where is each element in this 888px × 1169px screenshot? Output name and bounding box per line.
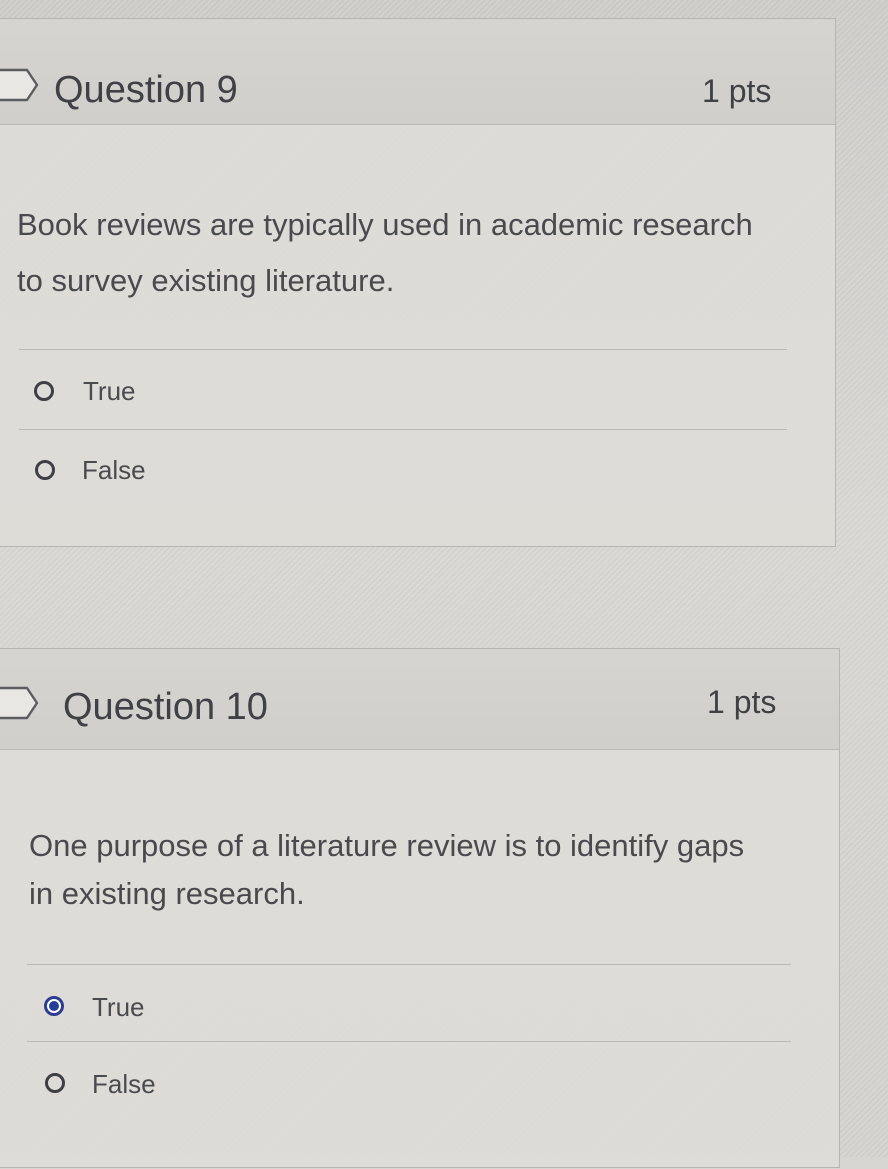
question-title: Question 10 [63, 686, 268, 728]
question-card-9: Question 9 1 pts Book reviews are typica… [0, 18, 836, 547]
radio-icon[interactable] [44, 996, 64, 1016]
question-points: 1 pts [702, 73, 772, 109]
question-text-line-2: to survey existing literature. [17, 263, 395, 298]
answers-divider [27, 964, 791, 965]
question-points: 1 pts [707, 684, 777, 720]
radio-icon[interactable] [34, 381, 54, 401]
question-header: Question 9 1 pts [0, 19, 835, 125]
answer-option-true[interactable]: True [0, 357, 835, 431]
answer-label: True [92, 992, 145, 1022]
question-text-line-2: in existing research. [29, 876, 305, 911]
question-card-10: Question 10 1 pts One purpose of a liter… [0, 648, 840, 1168]
flag-question-icon[interactable] [0, 68, 41, 102]
radio-icon[interactable] [35, 460, 55, 480]
answer-label: True [83, 376, 136, 406]
question-header: Question 10 1 pts [0, 649, 839, 750]
answer-option-true[interactable]: True [0, 970, 839, 1044]
answer-option-false[interactable]: False [0, 1048, 839, 1122]
answer-divider [27, 1041, 791, 1042]
question-text-line-1: Book reviews are typically used in acade… [17, 207, 753, 242]
answers-divider [19, 349, 787, 350]
flag-question-icon[interactable] [0, 686, 41, 720]
question-title: Question 9 [54, 69, 238, 111]
answer-label: False [92, 1069, 156, 1099]
answer-label: False [82, 455, 146, 485]
answer-option-false[interactable]: False [0, 435, 835, 509]
question-body: Book reviews are typically used in acade… [0, 125, 835, 547]
answer-divider [19, 429, 787, 430]
radio-icon[interactable] [45, 1073, 65, 1093]
question-body: One purpose of a literature review is to… [0, 750, 839, 1169]
